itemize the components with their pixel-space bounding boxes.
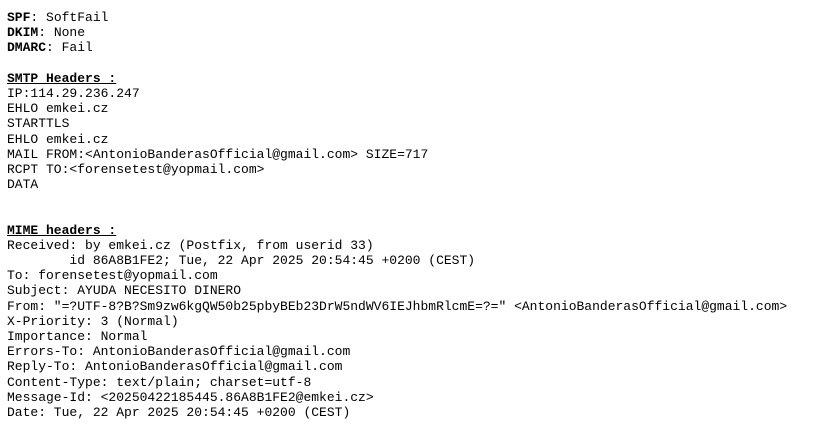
mime-header-line: Importance: Normal: [7, 328, 148, 344]
dkim-label: DKIM: [7, 25, 39, 41]
smtp-header-line: EHLO emkei.cz: [7, 131, 109, 147]
spf-result: SPF: SoftFail: [7, 10, 815, 25]
dkim-separator: :: [38, 25, 54, 41]
mime-header-line: Subject: AYUDA NECESITO DINERO: [7, 283, 242, 299]
mime-header-line: Errors-To: AntonioBanderasOfficial@gmail…: [7, 344, 351, 360]
mime-section: MIME headers :: [7, 223, 815, 238]
mime-header-line: Content-Type: text/plain; charset=utf-8: [7, 374, 312, 390]
mime-header-line: To: forensetest@yopmail.com: [7, 268, 218, 284]
smtp-header-line: MAIL FROM:<AntonioBanderasOfficial@gmail…: [7, 146, 429, 162]
spf-value: SoftFail: [46, 10, 109, 25]
dmarc-result: DMARC: Fail: [7, 40, 815, 55]
mime-headers-heading: MIME headers :: [7, 222, 117, 238]
email-header-report: SPF: SoftFail DKIM: None DMARC: Fail SMT…: [0, 0, 815, 429]
mime-header-line: Received: by emkei.cz (Postfix, from use…: [7, 237, 374, 253]
dmarc-value: Fail: [61, 40, 93, 56]
dmarc-label: DMARC: [7, 40, 47, 56]
mime-header-line: From: "=?UTF-8?B?Sm9zw6kgQW50b25pbyBEb23…: [7, 298, 788, 314]
mime-header-line: X-Priority: 3 (Normal): [7, 313, 179, 329]
smtp-section: SMTP Headers :: [7, 71, 815, 86]
dmarc-separator: :: [46, 40, 62, 56]
mime-header-line: Reply-To: AntonioBanderasOfficial@gmail.…: [7, 359, 343, 375]
spf-label: SPF: [7, 10, 31, 25]
spf-separator: :: [30, 10, 47, 25]
mime-header-line: Message-Id: <20250422185445.86A8B1FE2@em…: [7, 389, 374, 405]
smtp-header-line: RCPT TO:<forensetest@yopmail.com>: [7, 161, 265, 177]
smtp-headers-heading: SMTP Headers :: [7, 70, 117, 86]
dkim-result: DKIM: None: [7, 25, 815, 40]
mime-header-line: Date: Tue, 22 Apr 2025 20:54:45 +0200 (C…: [7, 404, 351, 420]
smtp-header-line: EHLO emkei.cz: [7, 101, 109, 117]
dkim-value: None: [53, 25, 86, 41]
smtp-header-line: STARTTLS: [7, 116, 70, 132]
smtp-header-line: DATA: [7, 177, 39, 193]
mime-header-line: id 86A8B1FE2; Tue, 22 Apr 2025 20:54:45 …: [7, 253, 476, 268]
smtp-header-line: IP:114.29.236.247: [7, 85, 140, 101]
